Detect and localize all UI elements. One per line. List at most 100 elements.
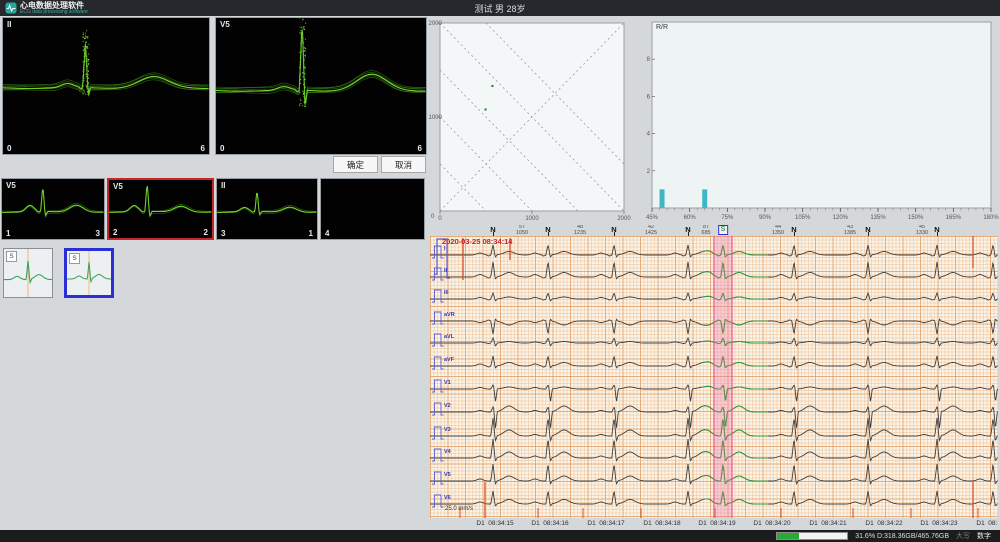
time-label: D1 08:34:20 [753, 520, 790, 527]
template-waveform-II [3, 18, 209, 154]
status-bar: 31.6% D:318.36GB/465.76GB 大写 数字 [0, 530, 1000, 542]
time-label: D1 08:34:16 [531, 520, 568, 527]
beat-type-badge: S [6, 251, 17, 262]
class-waveform-1 [2, 179, 104, 239]
class-index: 2 [113, 228, 117, 237]
title-bar: 心电数据处理软件 ECG data processing software 测试… [0, 0, 1000, 16]
lead-label-V1: V1 [444, 380, 451, 386]
lead-label-V2: V2 [444, 403, 451, 409]
ecg-strip-panel: NNNNSNNN57105048123542142587685441350431… [430, 225, 998, 530]
class-count: 1 [309, 229, 313, 238]
cancel-button[interactable]: 取消 [381, 156, 426, 173]
lorenz-plot[interactable]: 1000 2000 0 1000 2000 0 [428, 18, 638, 225]
svg-text:6: 6 [647, 94, 651, 100]
svg-text:120%: 120% [833, 215, 849, 221]
svg-text:150%: 150% [908, 215, 924, 221]
svg-text:2: 2 [647, 169, 651, 175]
patient-info: 测试 男 28岁 [0, 2, 1000, 15]
class-count: 2 [204, 228, 208, 237]
time-label: D1 08:34:22 [865, 520, 902, 527]
svg-text:0: 0 [438, 216, 442, 222]
svg-text:4: 4 [647, 132, 651, 138]
app-window: 心电数据处理软件 ECG data processing software 测试… [0, 0, 1000, 542]
time-axis-row: D1 08:34:15 D1 08:34:16 D1 08:34:17 D1 08:3… [430, 518, 998, 530]
x-start-label: 0 [220, 144, 224, 153]
class-index: 4 [325, 229, 329, 238]
lead-label-V6: V6 [444, 495, 451, 501]
beat-label-S[interactable]: S [718, 225, 728, 235]
svg-text:135%: 135% [870, 215, 886, 221]
lead-label-V4: V4 [444, 449, 451, 455]
confirm-button[interactable]: 确定 [333, 156, 378, 173]
lead-label-I: I [444, 246, 446, 252]
x-end-label: 6 [201, 144, 205, 153]
lead-label-aVL: aVL [444, 334, 454, 340]
disk-usage-text: 31.6% D:318.36GB/465.76GB [855, 533, 949, 540]
class-panel-4[interactable]: 4 [320, 178, 425, 240]
time-label: D1 08:34:17 [587, 520, 624, 527]
interval-label: 431385 [844, 225, 856, 236]
interval-label: 441350 [772, 225, 784, 236]
lead-label-aVF: aVF [444, 357, 454, 363]
class-count: 3 [96, 229, 100, 238]
time-label: D1 08:34:15 [476, 520, 513, 527]
lead-label-aVR: aVR [444, 312, 455, 318]
svg-text:45%: 45% [646, 215, 659, 221]
svg-text:0: 0 [431, 214, 435, 220]
lead-label: V5 [220, 20, 230, 29]
lead-label-V3: V3 [444, 427, 451, 433]
class-waveform-3 [217, 179, 317, 239]
class-index: 3 [221, 229, 225, 238]
svg-text:8: 8 [647, 57, 651, 63]
svg-text:60%: 60% [684, 215, 697, 221]
svg-text:105%: 105% [795, 215, 811, 221]
lead-label: V5 [113, 182, 123, 191]
lead-label-II: II [444, 268, 447, 274]
histogram-title: R/R [656, 24, 668, 31]
lead-label: II [7, 20, 11, 29]
paper-speed-label: 25.0 mm/s [445, 506, 473, 512]
rr-histogram[interactable]: R/R 246845%60%75%90%105%120%135%150%165%… [645, 18, 999, 225]
class-index: 1 [6, 229, 10, 238]
svg-text:180%: 180% [983, 215, 999, 221]
lead-label: II [221, 181, 225, 190]
lead-label-III: III [444, 290, 449, 296]
ecg-strip[interactable]: 2020-03-25 08:34:14 25.0 mm/s IIIIIIaVRa… [430, 236, 998, 518]
time-label: D1 08:34:21 [809, 520, 846, 527]
lead-label-V5: V5 [444, 472, 451, 478]
time-label: D1 08:34:18 [643, 520, 680, 527]
ime-caps-indicator: 大写 [956, 531, 970, 541]
time-label: D1 08:34:19 [698, 520, 735, 527]
interval-label: 87685 [701, 225, 710, 236]
strip-datetime: 2020-03-25 08:34:14 [442, 237, 512, 246]
selection-band[interactable] [713, 236, 733, 518]
time-label: D1 08:34:23 [920, 520, 957, 527]
template-panel-V5[interactable]: V5 0 6 [215, 17, 427, 155]
beat-annotation-row[interactable]: NNNNSNNN57105048123542142587685441350431… [430, 225, 998, 236]
class-panel-1[interactable]: V5 1 3 [1, 178, 105, 240]
lead-label: V5 [6, 181, 16, 190]
beat-thumbnail-s1[interactable]: S [3, 248, 53, 298]
class-waveform-4 [321, 179, 424, 239]
svg-text:165%: 165% [946, 215, 962, 221]
template-waveform-V5 [216, 18, 426, 154]
interval-label: 451330 [916, 225, 928, 236]
beat-thumbnail-s2[interactable]: S [64, 248, 114, 298]
lorenz-svg: 1000 2000 0 1000 2000 0 [428, 18, 638, 225]
svg-text:1000: 1000 [429, 115, 443, 121]
svg-text:2000: 2000 [617, 216, 631, 222]
histogram-svg: 246845%60%75%90%105%120%135%150%165%180% [645, 18, 999, 225]
svg-text:2000: 2000 [429, 21, 443, 27]
ime-num-indicator: 数字 [977, 531, 991, 541]
x-start-label: 0 [7, 144, 11, 153]
class-panel-2[interactable]: V5 2 2 [107, 178, 214, 240]
x-end-label: 6 [418, 144, 422, 153]
beat-type-badge: S [69, 253, 80, 264]
template-panel-II[interactable]: II 0 6 [2, 17, 210, 155]
time-label: D1 08:34:24 [976, 520, 998, 527]
svg-text:1000: 1000 [525, 216, 539, 222]
class-panel-3[interactable]: II 3 1 [216, 178, 318, 240]
disk-progress-bar [776, 532, 848, 540]
svg-text:75%: 75% [721, 215, 734, 221]
interval-label: 571050 [516, 225, 528, 236]
